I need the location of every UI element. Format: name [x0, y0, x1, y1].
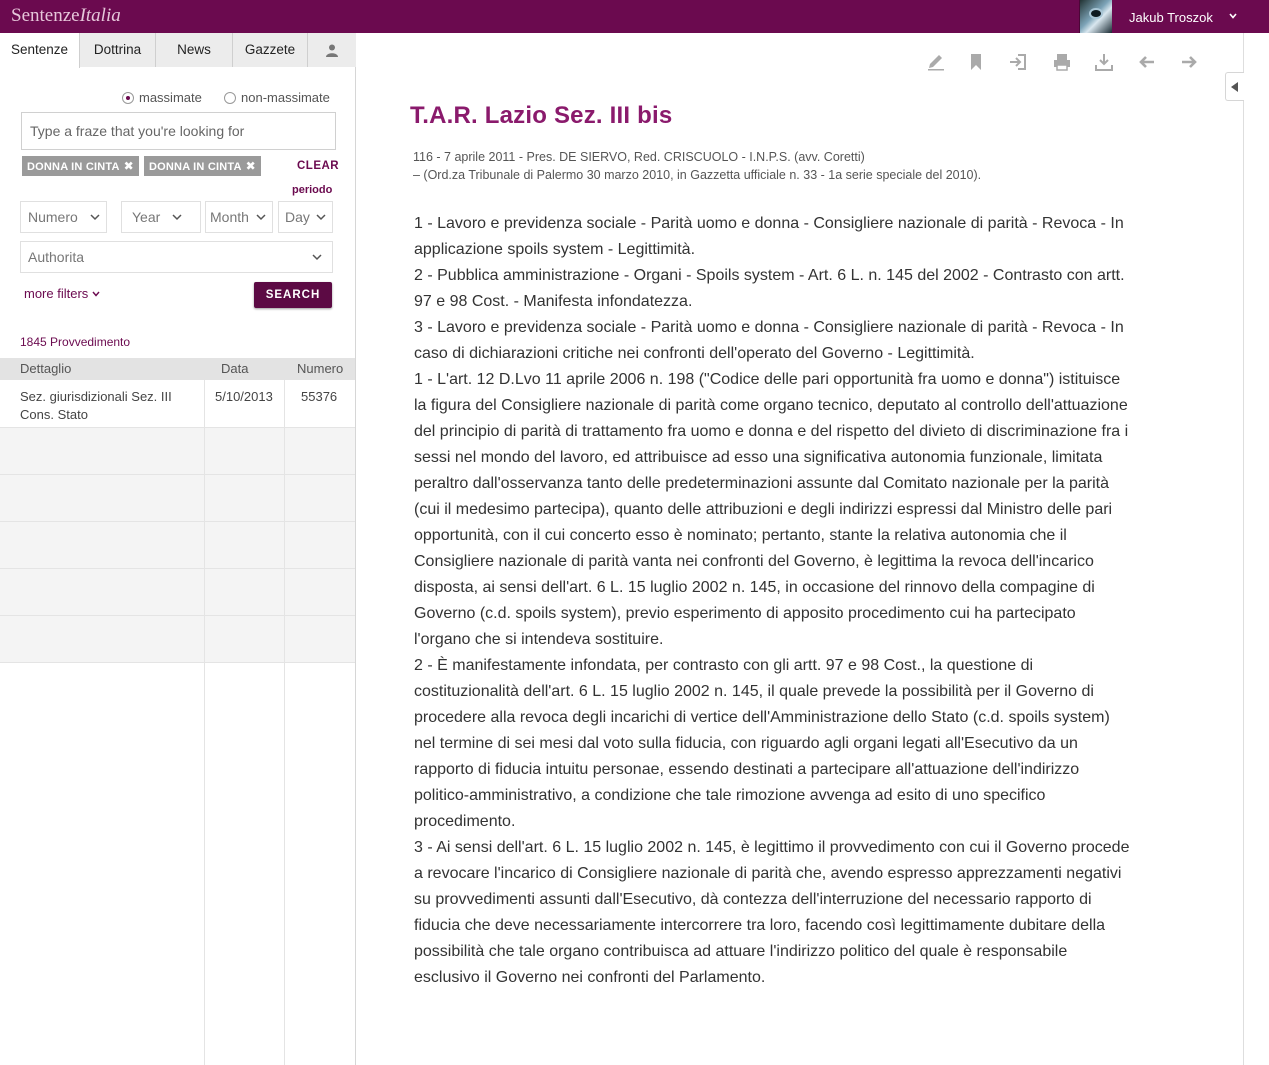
document-paragraph: 2 - Pubblica amministrazione - Organi - … [414, 267, 1125, 310]
column-header-dettaglio[interactable]: Dettaglio [20, 361, 71, 376]
column-divider [284, 380, 285, 1065]
numero-dropdown[interactable]: Numero [20, 201, 107, 233]
empty-row [0, 522, 355, 569]
avatar[interactable] [1079, 0, 1112, 33]
cell-dettaglio-line1: Sez. giurisdizionali Sez. III [20, 389, 172, 404]
empty-row [0, 569, 355, 616]
left-panel: Sentenze Dottrina News Gazzete massimate… [0, 33, 356, 1065]
column-header-numero[interactable]: Numero [297, 361, 343, 376]
arrow-right-icon[interactable] [1179, 52, 1199, 72]
more-filters-link[interactable]: more filters [24, 286, 100, 301]
results-table: Sez. giurisdizionali Sez. III Cons. Stato… [0, 380, 355, 1065]
document-body: 1 - Lavoro e previdenza sociale - Parità… [414, 211, 1134, 991]
tab-bar: Sentenze Dottrina News Gazzete [0, 33, 356, 68]
document-meta: 116 - 7 aprile 2011 - Pres. DE SIERVO, R… [413, 148, 981, 184]
day-dropdown-label: Day [285, 209, 310, 225]
column-header-data[interactable]: Data [221, 361, 248, 376]
radio-off-icon [224, 92, 236, 104]
empty-row [0, 475, 355, 522]
clear-button[interactable]: CLEAR [297, 160, 339, 172]
radio-massimate-label: massimate [139, 90, 202, 105]
logo-text-main: Sentenze [11, 5, 80, 26]
cell-dettaglio: Sez. giurisdizionali Sez. III Cons. Stato [20, 388, 172, 424]
more-filters-label: more filters [24, 286, 89, 301]
empty-row [0, 428, 355, 475]
day-dropdown[interactable]: Day [278, 201, 333, 233]
document-paragraph: 2 - È manifestamente infondata, per cont… [414, 657, 1110, 830]
radio-massimate[interactable]: massimate [122, 90, 202, 105]
document-title: T.A.R. Lazio Sez. III bis [410, 102, 673, 129]
numero-dropdown-label: Numero [28, 209, 78, 225]
sidebar-toggle[interactable] [1225, 72, 1244, 101]
chevron-down-icon [256, 214, 266, 221]
close-icon[interactable]: ✖ [124, 159, 134, 173]
column-divider [204, 380, 205, 1065]
download-icon[interactable] [1094, 52, 1114, 72]
chevron-down-icon[interactable] [1229, 12, 1237, 20]
year-dropdown-label: Year [132, 209, 161, 225]
document-meta-line: 116 - 7 aprile 2011 - Pres. DE SIERVO, R… [413, 150, 865, 164]
results-header: Dettaglio Data Numero [0, 358, 355, 380]
tab-dottrina[interactable]: Dottrina [80, 33, 156, 67]
empty-row [0, 616, 355, 663]
chevron-down-icon [316, 214, 326, 221]
caret-left-icon [1231, 82, 1238, 92]
table-row[interactable]: Sez. giurisdizionali Sez. III Cons. Stato… [0, 380, 355, 428]
user-name[interactable]: Jakub Troszok [1129, 10, 1213, 25]
bookmark-icon[interactable] [966, 52, 986, 72]
chevron-down-icon [172, 214, 182, 221]
filter-chip[interactable]: DONNA IN CINTA ✖ [22, 156, 139, 176]
top-bar: SentenzeItalia Jakub Troszok [0, 0, 1269, 33]
periodo-label: periodo [292, 184, 333, 196]
chevron-down-icon [312, 254, 322, 261]
authorita-dropdown[interactable]: Authorita [20, 241, 333, 273]
month-dropdown[interactable]: Month [205, 201, 273, 233]
filter-chip[interactable]: DONNA IN CINTA ✖ [144, 156, 261, 176]
filter-chip-label: DONNA IN CINTA [149, 161, 242, 173]
tab-user[interactable] [308, 33, 356, 67]
cell-data: 5/10/2013 [215, 389, 273, 404]
month-dropdown-label: Month [210, 209, 249, 225]
login-icon[interactable] [1008, 52, 1028, 72]
authorita-dropdown-label: Authorita [28, 249, 85, 265]
tab-news[interactable]: News [156, 33, 233, 67]
close-icon[interactable]: ✖ [246, 159, 256, 173]
chevron-down-icon [90, 214, 100, 221]
cell-numero: 55376 [301, 389, 338, 404]
panel-border [1243, 33, 1244, 1065]
document-paragraph: 1 - Lavoro e previdenza sociale - Parità… [414, 215, 1124, 258]
document-paragraph: 1 - L'art. 12 D.Lvo 11 aprile 2006 n. 19… [414, 371, 1129, 648]
arrow-left-icon[interactable] [1137, 52, 1157, 72]
search-input[interactable] [21, 112, 336, 150]
year-dropdown[interactable]: Year [121, 201, 201, 233]
document-paragraph: 3 - Ai sensi dell'art. 6 L. 15 luglio 20… [414, 839, 1130, 986]
pencil-icon[interactable] [926, 52, 946, 72]
tab-sentenze[interactable]: Sentenze [0, 33, 80, 68]
app-logo[interactable]: SentenzeItalia [11, 5, 121, 27]
document-meta-line: – (Ord.za Tribunale di Palermo 30 marzo … [413, 168, 982, 182]
search-button[interactable]: SEARCH [254, 282, 332, 308]
chevron-down-icon [92, 291, 100, 297]
print-icon[interactable] [1052, 52, 1072, 72]
radio-on-icon [122, 92, 134, 104]
tab-gazzette[interactable]: Gazzete [233, 33, 308, 67]
radio-non-massimate-label: non-massimate [241, 90, 330, 105]
user-icon [326, 44, 338, 57]
document-paragraph: 3 - Lavoro e previdenza sociale - Parità… [414, 319, 1124, 362]
radio-non-massimate[interactable]: non-massimate [224, 90, 330, 105]
filter-chip-label: DONNA IN CINTA [27, 161, 120, 173]
cell-dettaglio-line2: Cons. Stato [20, 407, 88, 422]
result-count: 1845 Provvedimento [20, 335, 131, 349]
logo-text-italic: Italia [79, 5, 121, 26]
